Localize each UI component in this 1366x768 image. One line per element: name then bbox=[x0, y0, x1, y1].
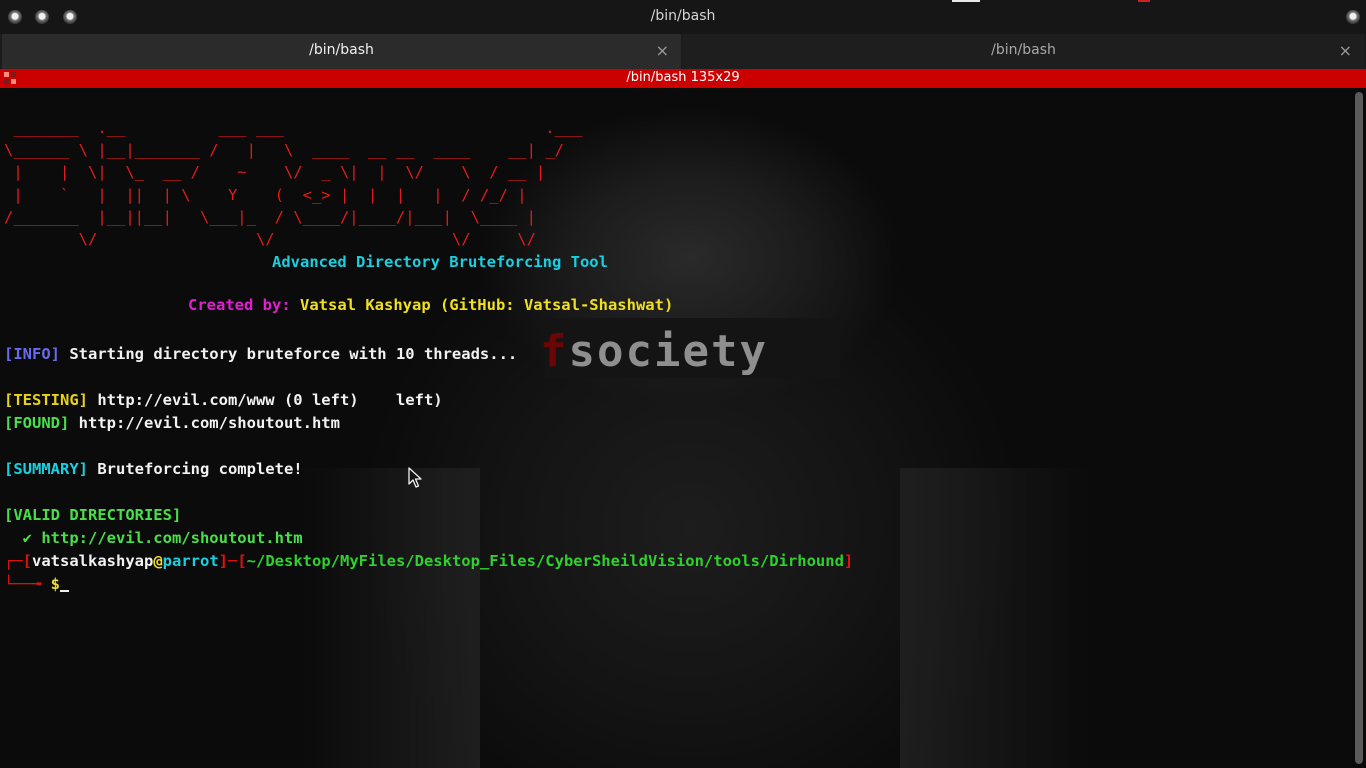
credit-label: Created by: bbox=[188, 296, 291, 314]
scrollbar-thumb[interactable] bbox=[1355, 92, 1363, 764]
tab-bar: /bin/bash × /bin/bash × bbox=[0, 34, 1366, 69]
terminal-header-title: /bin/bash 135x29 bbox=[626, 70, 740, 85]
testing-text: http://evil.com/www (0 left) left) bbox=[88, 391, 443, 409]
found-line: [FOUND] http://evil.com/shoutout.htm bbox=[4, 413, 340, 433]
terminal-scrollbar[interactable] bbox=[1352, 88, 1366, 768]
tab-close-icon[interactable]: × bbox=[1339, 41, 1352, 60]
valid-directory-item: ✔ http://evil.com/shoutout.htm bbox=[4, 529, 303, 547]
mouse-pointer-icon bbox=[408, 467, 422, 488]
terminal-header: /bin/bash 135x29 bbox=[0, 69, 1366, 88]
banner-line: | | \| \_ __ / ~ \/ _ \| | \/ \ / __ | bbox=[4, 163, 546, 181]
info-tag: [INFO] bbox=[4, 345, 60, 363]
info-text: Starting directory bruteforce with 10 th… bbox=[60, 345, 518, 363]
summary-tag: [SUMMARY] bbox=[4, 460, 88, 478]
prompt-separator-icon: ]─[ bbox=[218, 552, 247, 570]
banner-credit: Created by: Vatsal Kashyap (GitHub: Vats… bbox=[132, 275, 673, 335]
terminal-body[interactable]: fsociety _______ .__ ___ ___ .___ \_____… bbox=[0, 88, 1352, 768]
banner-line: /_______ |__||__| \___|_ / \____/|____/|… bbox=[4, 208, 536, 226]
wallpaper-hood-left bbox=[300, 468, 480, 768]
summary-line: [SUMMARY] Bruteforcing complete! bbox=[4, 459, 303, 479]
testing-line: [TESTING] http://evil.com/www (0 left) l… bbox=[4, 390, 443, 410]
valid-directories-header: [VALID DIRECTORIES] bbox=[4, 506, 182, 524]
window-titlebar: /bin/bash bbox=[0, 0, 1366, 34]
banner-line: _______ .__ ___ ___ .___ bbox=[4, 119, 583, 137]
prompt-input-line[interactable]: └──╼ $ bbox=[4, 574, 70, 594]
prompt-host: parrot bbox=[162, 552, 219, 570]
tab-label: /bin/bash bbox=[309, 42, 374, 58]
banner-subtitle: Advanced Directory Bruteforcing Tool bbox=[272, 253, 608, 271]
banner-line: | ` | || | \ Y ( <_> | | | | / /_/ | bbox=[4, 186, 527, 204]
titlebar-indicator-red bbox=[1138, 0, 1150, 2]
summary-text: Bruteforcing complete! bbox=[88, 460, 303, 478]
info-line: [INFO] Starting directory bruteforce wit… bbox=[4, 344, 517, 364]
prompt-symbol: $ bbox=[50, 575, 61, 593]
tab-close-icon[interactable]: × bbox=[656, 41, 669, 60]
prompt-user: vatsalkashyap bbox=[32, 552, 154, 570]
text-cursor bbox=[60, 590, 70, 592]
credit-value: Vatsal Kashyap (GitHub: Vatsal-Shashwat) bbox=[300, 296, 674, 314]
banner-line: \/ \/ \/ \/ bbox=[4, 230, 536, 248]
tab-label: /bin/bash bbox=[991, 42, 1056, 58]
tab-bash-1[interactable]: /bin/bash × bbox=[2, 34, 681, 69]
window-menu-button[interactable] bbox=[1346, 10, 1360, 24]
prompt-close-bracket-icon: ] bbox=[843, 552, 854, 570]
found-tag: [FOUND] bbox=[4, 414, 70, 432]
prompt-branch-icon: └──╼ bbox=[4, 575, 51, 593]
prompt-at: @ bbox=[153, 552, 163, 570]
tab-bash-2[interactable]: /bin/bash × bbox=[683, 34, 1364, 69]
prompt-path: ~/Desktop/MyFiles/Desktop_Files/CyberShe… bbox=[246, 552, 844, 570]
banner-line: \______ \ |__|_______ / | \ ____ __ __ _… bbox=[4, 141, 564, 159]
titlebar-indicator bbox=[952, 0, 980, 2]
testing-tag: [TESTING] bbox=[4, 391, 88, 409]
prompt-corner-icon: ┌─[ bbox=[4, 552, 32, 570]
prompt-line: ┌─[vatsalkashyap@parrot]─[~/Desktop/MyFi… bbox=[4, 551, 853, 571]
found-text: http://evil.com/shoutout.htm bbox=[69, 414, 340, 432]
window-title: /bin/bash bbox=[650, 8, 716, 24]
wallpaper-hood-right bbox=[900, 468, 1090, 768]
